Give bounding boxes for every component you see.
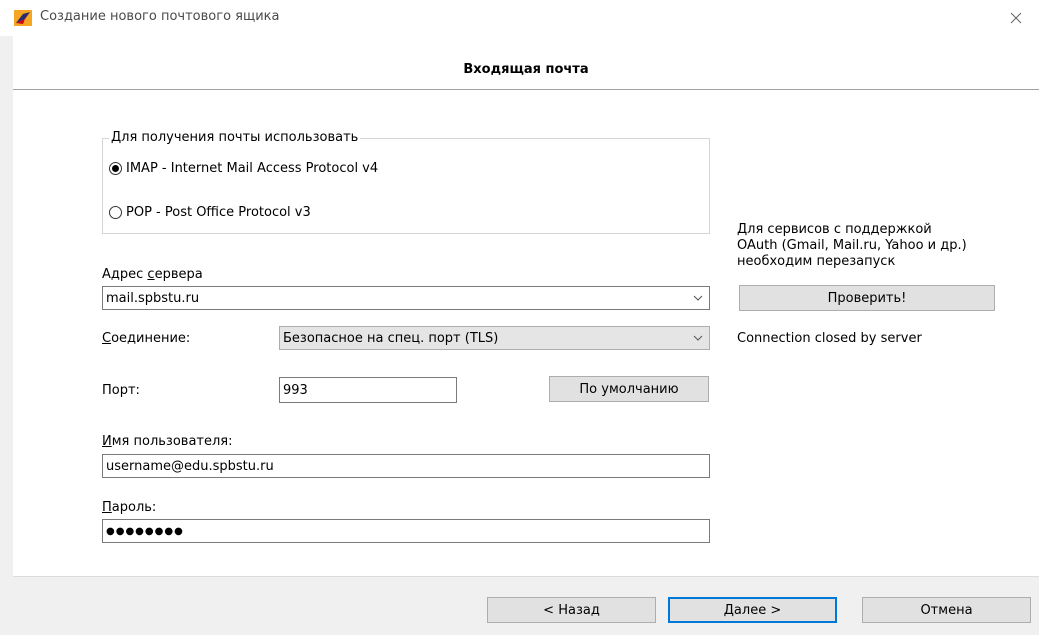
chevron-down-icon[interactable] bbox=[687, 327, 709, 349]
radio-imap-label: IMAP - Internet Mail Access Protocol v4 bbox=[126, 161, 379, 176]
app-logo-icon bbox=[14, 10, 32, 26]
section-title: Входящая почта bbox=[463, 62, 589, 77]
title-bar: Создание нового почтового ящика bbox=[0, 0, 1039, 36]
radio-imap-indicator[interactable] bbox=[109, 162, 122, 175]
default-port-button[interactable]: По умолчанию bbox=[549, 376, 709, 402]
wizard-window: Создание нового почтового ящика Входящая… bbox=[0, 0, 1039, 635]
connection-combobox[interactable]: Безопасное на спец. порт (TLS) bbox=[279, 326, 710, 350]
radio-pop-indicator[interactable] bbox=[109, 206, 122, 219]
radio-pop[interactable]: POP - Post Office Protocol v3 bbox=[109, 205, 311, 220]
server-address-label: Адрес сервера bbox=[102, 267, 203, 282]
close-icon bbox=[1010, 12, 1022, 24]
port-label: Порт: bbox=[102, 383, 140, 398]
server-address-combobox[interactable]: mail.spbstu.ru bbox=[102, 286, 710, 310]
chevron-down-icon[interactable] bbox=[687, 287, 709, 309]
server-address-value: mail.spbstu.ru bbox=[106, 290, 200, 306]
content-panel: Входящая почта Для получения почты испол… bbox=[13, 36, 1039, 577]
username-input[interactable]: username@edu.spbstu.ru bbox=[102, 454, 710, 478]
radio-pop-label: POP - Post Office Protocol v3 bbox=[126, 205, 311, 220]
oauth-note-line-2: OAuth (Gmail, Mail.ru, Yahoo и др.) bbox=[737, 238, 967, 253]
oauth-note: Для сервисов с поддержкой OAuth (Gmail, … bbox=[737, 222, 1027, 270]
username-label: Имя пользователя: bbox=[102, 434, 233, 449]
port-input[interactable]: 993 bbox=[279, 377, 457, 403]
next-button[interactable]: Далее > bbox=[668, 597, 837, 623]
header-divider bbox=[13, 89, 1039, 90]
protocol-groupbox: Для получения почты использовать IMAP - … bbox=[102, 130, 710, 234]
protocol-group-legend: Для получения почты использовать bbox=[109, 130, 361, 145]
radio-imap[interactable]: IMAP - Internet Mail Access Protocol v4 bbox=[109, 161, 378, 176]
password-input[interactable]: ●●●●●●●● bbox=[102, 519, 710, 543]
check-button[interactable]: Проверить! bbox=[739, 285, 995, 311]
oauth-note-line-1: Для сервисов с поддержкой bbox=[737, 222, 932, 237]
close-button[interactable] bbox=[993, 0, 1039, 36]
connection-status: Connection closed by server bbox=[737, 331, 922, 346]
oauth-note-line-3: необходим перезапуск bbox=[737, 254, 896, 269]
cancel-button[interactable]: Отмена bbox=[862, 597, 1031, 623]
back-button[interactable]: < Назад bbox=[487, 597, 656, 623]
window-title: Создание нового почтового ящика bbox=[40, 9, 280, 24]
connection-value: Безопасное на спец. порт (TLS) bbox=[283, 330, 499, 346]
connection-label: Соединение: bbox=[102, 331, 191, 346]
password-label: Пароль: bbox=[102, 500, 157, 515]
